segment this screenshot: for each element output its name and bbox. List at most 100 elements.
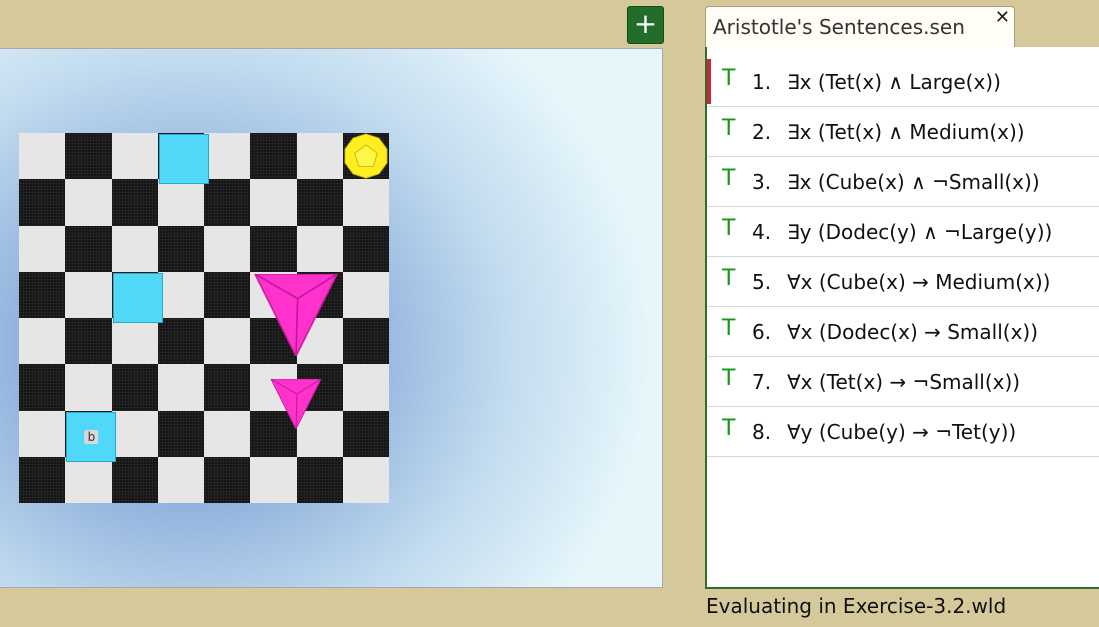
board-square[interactable] xyxy=(65,318,112,365)
tet-block[interactable] xyxy=(267,379,325,430)
dodec-block[interactable] xyxy=(343,133,389,179)
board-square[interactable] xyxy=(204,271,251,318)
board-square[interactable] xyxy=(65,271,112,318)
add-block-button[interactable]: + xyxy=(627,6,664,44)
truth-value-indicator: T xyxy=(722,366,736,391)
sentence-row[interactable]: T 5. ∀x (Cube(x) → Medium(x)) xyxy=(707,257,1099,307)
board-square[interactable] xyxy=(250,225,297,272)
truth-value-indicator: T xyxy=(722,166,736,191)
sentence-number: 8. xyxy=(752,420,772,444)
cube-block[interactable]: b xyxy=(66,411,117,462)
sentence-row[interactable]: T 4. ∃y (Dodec(y) ∧ ¬Large(y)) xyxy=(707,207,1099,257)
world-view[interactable]: b xyxy=(0,48,663,588)
board-square[interactable] xyxy=(250,456,297,503)
truth-value-indicator: T xyxy=(722,216,736,241)
chessboard[interactable]: b xyxy=(19,133,389,503)
board-square[interactable] xyxy=(204,456,251,503)
board-square[interactable] xyxy=(342,318,389,365)
sentence-row[interactable]: T 7. ∀x (Tet(x) → ¬Small(x)) xyxy=(707,357,1099,407)
sentence-formula[interactable]: ∀x (Cube(x) → Medium(x)) xyxy=(787,270,1050,294)
board-square[interactable] xyxy=(204,133,251,180)
sentence-number: 3. xyxy=(752,170,772,194)
board-square[interactable] xyxy=(296,133,343,180)
sentence-editor[interactable]: T 1. ∃x (Tet(x) ∧ Large(x)) T 2. ∃x (Tet(x) ∧… xyxy=(705,47,1099,589)
board-square[interactable] xyxy=(19,318,66,365)
board-square[interactable] xyxy=(342,179,389,226)
board-square[interactable] xyxy=(296,179,343,226)
sentence-formula[interactable]: ∀y (Cube(y) → ¬Tet(y)) xyxy=(787,420,1016,444)
truth-value-indicator: T xyxy=(722,116,736,141)
board-square[interactable] xyxy=(19,410,66,457)
sentence-row[interactable]: T 8. ∀y (Cube(y) → ¬Tet(y)) xyxy=(707,407,1099,457)
board-square[interactable] xyxy=(204,410,251,457)
sentence-formula[interactable]: ∃x (Tet(x) ∧ Medium(x)) xyxy=(787,120,1025,144)
board-square[interactable] xyxy=(65,364,112,411)
board-square[interactable] xyxy=(19,225,66,272)
sentence-number: 2. xyxy=(752,120,772,144)
board-square[interactable] xyxy=(157,179,204,226)
board-square[interactable] xyxy=(157,225,204,272)
board-square[interactable] xyxy=(19,271,66,318)
board-square[interactable] xyxy=(342,456,389,503)
board-square[interactable] xyxy=(204,318,251,365)
board-square[interactable] xyxy=(342,410,389,457)
cube-block[interactable] xyxy=(112,272,163,323)
cube-block[interactable] xyxy=(158,134,209,185)
board-square[interactable] xyxy=(111,225,158,272)
board-square[interactable] xyxy=(111,133,158,180)
board-square[interactable] xyxy=(65,225,112,272)
sentence-formula[interactable]: ∀x (Dodec(x) → Small(x)) xyxy=(787,320,1038,344)
sentence-row[interactable]: T 1. ∃x (Tet(x) ∧ Large(x)) xyxy=(707,57,1099,107)
tet-block[interactable] xyxy=(248,273,344,356)
board-square[interactable] xyxy=(65,133,112,180)
board-square[interactable] xyxy=(19,133,66,180)
sentence-number: 4. xyxy=(752,220,772,244)
sentence-row[interactable]: T 3. ∃x (Cube(x) ∧ ¬Small(x)) xyxy=(707,157,1099,207)
sentence-number: 7. xyxy=(752,370,772,394)
board-square[interactable] xyxy=(296,456,343,503)
block-name-label: b xyxy=(84,429,99,444)
board-square[interactable] xyxy=(157,410,204,457)
sentence-formula[interactable]: ∀x (Tet(x) → ¬Small(x)) xyxy=(787,370,1020,394)
board-square[interactable] xyxy=(111,318,158,365)
board-square[interactable] xyxy=(157,364,204,411)
truth-value-indicator: T xyxy=(722,316,736,341)
sentence-number: 6. xyxy=(752,320,772,344)
sentence-formula[interactable]: ∃x (Cube(x) ∧ ¬Small(x)) xyxy=(787,170,1040,194)
board-square[interactable] xyxy=(19,179,66,226)
board-square[interactable] xyxy=(65,456,112,503)
tab-sentence-file[interactable]: Aristotle's Sentences.sen ✕ xyxy=(705,6,1015,47)
sentence-number: 1. xyxy=(752,70,772,94)
board-square[interactable] xyxy=(342,225,389,272)
truth-value-indicator: T xyxy=(722,66,736,91)
truth-value-indicator: T xyxy=(722,416,736,441)
sentence-formula[interactable]: ∃x (Tet(x) ∧ Large(x)) xyxy=(787,70,1001,94)
plus-icon: + xyxy=(633,7,658,40)
sentence-list: T 1. ∃x (Tet(x) ∧ Large(x)) T 2. ∃x (Tet(x) ∧… xyxy=(707,57,1099,457)
board-square[interactable] xyxy=(19,456,66,503)
board-square[interactable] xyxy=(296,225,343,272)
board-square[interactable] xyxy=(204,364,251,411)
board-square[interactable] xyxy=(250,133,297,180)
board-square[interactable] xyxy=(342,271,389,318)
board-square[interactable] xyxy=(19,364,66,411)
board-square[interactable] xyxy=(342,364,389,411)
sentence-row[interactable]: T 2. ∃x (Tet(x) ∧ Medium(x)) xyxy=(707,107,1099,157)
board-square[interactable] xyxy=(157,271,204,318)
tab-title: Aristotle's Sentences.sen xyxy=(713,15,965,39)
board-square[interactable] xyxy=(157,456,204,503)
board-square[interactable] xyxy=(204,225,251,272)
close-icon[interactable]: ✕ xyxy=(995,7,1010,28)
sentence-number: 5. xyxy=(752,270,772,294)
board-square[interactable] xyxy=(250,179,297,226)
board-square[interactable] xyxy=(157,318,204,365)
board-square[interactable] xyxy=(111,410,158,457)
board-square[interactable] xyxy=(65,179,112,226)
status-text: Evaluating in Exercise-3.2.wld xyxy=(706,594,1007,618)
sentence-row[interactable]: T 6. ∀x (Dodec(x) → Small(x)) xyxy=(707,307,1099,357)
board-square[interactable] xyxy=(111,456,158,503)
sentence-formula[interactable]: ∃y (Dodec(y) ∧ ¬Large(y)) xyxy=(787,220,1052,244)
board-square[interactable] xyxy=(111,179,158,226)
board-square[interactable] xyxy=(204,179,251,226)
board-square[interactable] xyxy=(111,364,158,411)
